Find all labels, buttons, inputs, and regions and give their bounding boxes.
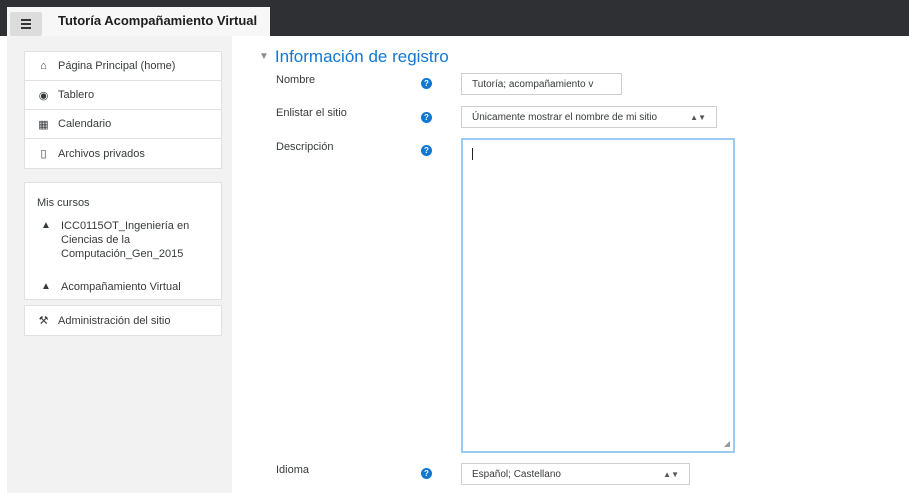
resize-handle-icon[interactable]: ◢ <box>724 439 730 448</box>
wrench-icon: ⚒ <box>38 315 49 327</box>
nav-item-label: Administración del sitio <box>58 314 171 327</box>
course-label-line: Computación_Gen_2015 <box>61 248 184 260</box>
hamburger-icon[interactable] <box>10 12 42 36</box>
file-icon: ▯ <box>40 148 47 160</box>
nombre-input[interactable]: Tutoría; acompañamiento v <box>461 73 622 95</box>
dashboard-icon: ◉ <box>38 89 49 102</box>
course-label-line: Ciencias de la <box>61 234 131 246</box>
field-label-enlistar: Enlistar el sitio <box>276 107 347 119</box>
graduation-cap-icon: ▲ <box>41 220 51 231</box>
nav-item-calendar[interactable]: ▦ Calendario <box>25 110 221 139</box>
field-label-idioma: Idioma <box>276 464 310 476</box>
field-label-nombre: Nombre <box>276 74 316 86</box>
course-item[interactable]: ▲ Acompañamiento Virtual <box>25 280 221 294</box>
help-icon[interactable]: ? <box>421 112 432 123</box>
graduation-cap-icon: ▲ <box>41 281 51 292</box>
nombre-input-value: Tutoría; acompañamiento v <box>472 78 594 90</box>
nav-item-label: Tablero <box>58 89 95 101</box>
nav-item-label: Calendario <box>58 118 112 130</box>
help-icon[interactable]: ? <box>421 145 432 156</box>
idioma-select-value: Español; Castellano <box>472 468 561 480</box>
help-icon[interactable]: ? <box>421 468 432 479</box>
select-arrows-icon: ▲▼ <box>690 112 706 122</box>
nav-item-dashboard[interactable]: ◉ Tablero <box>25 81 221 110</box>
courses-heading: Mis cursos <box>37 197 90 209</box>
section-title[interactable]: ▼ Información de registro <box>259 47 449 67</box>
text-cursor <box>472 148 473 160</box>
admin-block: ⚒ Administración del sitio <box>24 305 222 336</box>
nav-item-private-files[interactable]: ▯ Archivos privados <box>25 139 221 168</box>
site-title[interactable]: Tutoría Acompañamiento Virtual <box>58 13 257 28</box>
home-icon: ⌂ <box>40 60 47 72</box>
nav-drawer: ⌂ Página Principal (home) ◉ Tablero ▦ Ca… <box>7 36 232 493</box>
help-icon[interactable]: ? <box>421 78 432 89</box>
nav-item-home[interactable]: ⌂ Página Principal (home) <box>25 52 221 81</box>
nav-item-label: Archivos privados <box>58 147 145 160</box>
nav-item-site-admin[interactable]: ⚒ Administración del sitio <box>25 306 221 335</box>
courses-block: Mis cursos ▲ ICC0115OT_Ingeniería en Cie… <box>24 182 222 300</box>
field-label-descripcion: Descripción <box>276 141 334 153</box>
course-label-line: ICC0115OT_Ingeniería en <box>61 220 190 232</box>
calendar-icon: ▦ <box>38 118 49 131</box>
section-title-text: Información de registro <box>274 47 449 66</box>
nav-block: ⌂ Página Principal (home) ◉ Tablero ▦ Ca… <box>24 51 222 169</box>
enlistar-select-value: Únicamente mostrar el nombre de mi sitio <box>472 111 658 123</box>
descripcion-textarea[interactable]: ◢ <box>461 138 735 453</box>
collapse-caret-icon[interactable]: ▼ <box>259 51 269 62</box>
nav-item-label: Página Principal (home) <box>58 60 176 72</box>
select-arrows-icon: ▲▼ <box>663 469 679 479</box>
course-label-line: Acompañamiento Virtual <box>61 281 181 293</box>
idioma-select[interactable]: Español; Castellano ▲▼ <box>461 463 690 485</box>
course-item[interactable]: ▲ ICC0115OT_Ingeniería en Ciencias de la… <box>25 219 221 261</box>
enlistar-select[interactable]: Únicamente mostrar el nombre de mi sitio… <box>461 106 717 128</box>
